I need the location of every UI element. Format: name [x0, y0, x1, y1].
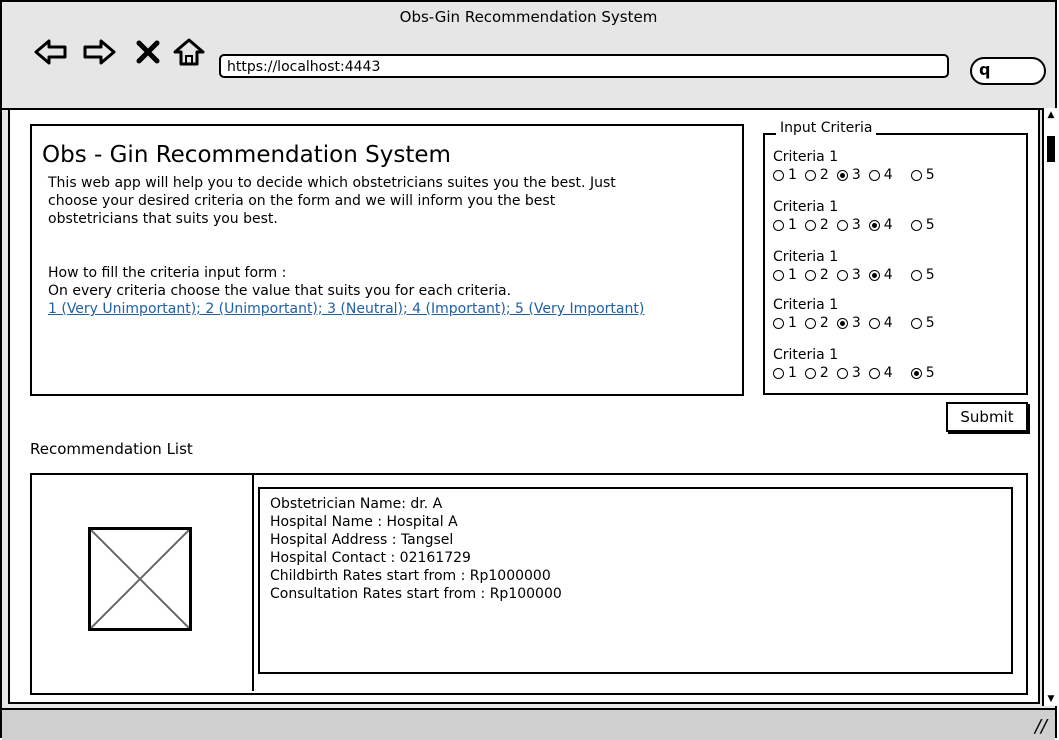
image-placeholder-icon: [88, 527, 192, 631]
status-bar: //: [2, 708, 1055, 740]
radio-option[interactable]: 3: [836, 267, 861, 283]
close-x-icon[interactable]: [135, 38, 161, 66]
criteria-group-4: Criteria 1 1 2 3 4 5: [773, 297, 943, 331]
radio-option[interactable]: 2: [804, 267, 829, 283]
search-field[interactable]: q: [970, 57, 1046, 85]
criteria-label: Criteria 1: [773, 249, 839, 265]
criteria-group-1: Criteria 1 1 2 3 4 5: [773, 149, 943, 183]
radio-option[interactable]: 5: [910, 315, 935, 331]
radio-option[interactable]: 3: [836, 315, 861, 331]
radio-option[interactable]: 2: [804, 167, 829, 183]
radio-option[interactable]: 1: [773, 315, 797, 331]
page-title: Obs - Gin Recommendation System: [42, 142, 451, 168]
howto-text: On every criteria choose the value that …: [48, 283, 512, 299]
intro-text-line-3: obstetricians that suits you best.: [48, 211, 278, 227]
radio-option[interactable]: 4: [868, 167, 893, 183]
radio-option[interactable]: 4: [868, 267, 893, 283]
window-title: Obs-Gin Recommendation System: [399, 8, 658, 26]
radio-option[interactable]: 4: [868, 315, 893, 331]
search-icon: q: [979, 60, 991, 79]
intro-text-line-1: This web app will help you to decide whi…: [48, 175, 616, 191]
intro-text-line-2: choose your desired criteria on the form…: [48, 193, 556, 209]
criteria-group-5: Criteria 1 1 2 3 4 5: [773, 347, 943, 381]
criteria-label: Criteria 1: [773, 149, 839, 165]
criteria-fieldset: Criteria 1 1 2 3 4 5 Criteria 1 1 2 3 4 …: [763, 133, 1028, 395]
criteria-label: Criteria 1: [773, 199, 839, 215]
address-bar[interactable]: https://localhost:4443: [219, 54, 949, 78]
obstetrician-name: Obstetrician Name: dr. A: [270, 496, 443, 512]
radio-option[interactable]: 4: [868, 217, 893, 233]
submit-button[interactable]: Submit: [946, 402, 1028, 432]
radio-option[interactable]: 3: [836, 217, 861, 233]
obstetrician-info: Obstetrician Name: dr. A Hospital Name :…: [258, 487, 1013, 674]
browser-titlebar: Obs-Gin Recommendation System https://lo…: [2, 2, 1055, 110]
radio-option[interactable]: 5: [910, 167, 935, 183]
home-icon[interactable]: [172, 38, 206, 66]
hospital-contact: Hospital Contact : 02161729: [270, 550, 471, 566]
consultation-rates: Consultation Rates start from : Rp100000: [270, 586, 562, 602]
criteria-group-3: Criteria 1 1 2 3 4 5: [773, 249, 943, 283]
radio-option[interactable]: 2: [804, 315, 829, 331]
radio-option[interactable]: 2: [804, 365, 829, 381]
radio-option[interactable]: 1: [773, 167, 797, 183]
back-arrow-icon[interactable]: [34, 38, 68, 66]
resize-grip-icon[interactable]: //: [1035, 716, 1047, 737]
intro-panel: Obs - Gin Recommendation System This web…: [30, 124, 744, 396]
radio-option[interactable]: 2: [804, 217, 829, 233]
radio-option[interactable]: 5: [910, 217, 935, 233]
scroll-down-arrow-icon[interactable]: ▼: [1046, 694, 1056, 704]
childbirth-rates: Childbirth Rates start from : Rp1000000: [270, 568, 551, 584]
radio-option[interactable]: 5: [910, 267, 935, 283]
hospital-name: Hospital Name : Hospital A: [270, 514, 458, 530]
hospital-address: Hospital Address : Tangsel: [270, 532, 454, 548]
howto-heading: How to fill the criteria input form :: [48, 265, 287, 281]
radio-option[interactable]: 3: [836, 365, 861, 381]
criteria-label: Criteria 1: [773, 347, 839, 363]
criteria-label: Criteria 1: [773, 297, 839, 313]
forward-arrow-icon[interactable]: [82, 38, 116, 66]
radio-option[interactable]: 3: [836, 167, 861, 183]
scroll-thumb[interactable]: [1047, 136, 1055, 162]
recommendation-list-label: Recommendation List: [30, 440, 193, 458]
criteria-legend: Input Criteria: [776, 120, 877, 136]
scroll-up-arrow-icon[interactable]: ▲: [1046, 110, 1056, 120]
radio-option[interactable]: 4: [868, 365, 893, 381]
card-divider: [252, 475, 254, 691]
radio-option[interactable]: 5: [910, 365, 935, 381]
scale-link[interactable]: 1 (Very Unimportant); 2 (Unimportant); 3…: [48, 300, 738, 318]
radio-option[interactable]: 1: [773, 267, 797, 283]
vertical-scrollbar[interactable]: ▲ ▼: [1042, 108, 1058, 706]
radio-option[interactable]: 1: [773, 365, 797, 381]
radio-option[interactable]: 1: [773, 217, 797, 233]
criteria-group-2: Criteria 1 1 2 3 4 5: [773, 199, 943, 233]
